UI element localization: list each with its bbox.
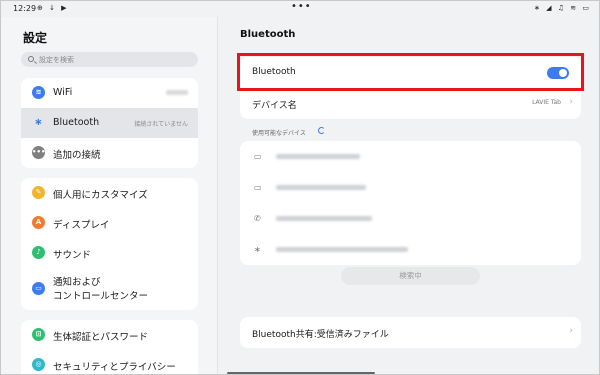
search-placeholder: 設定を検索 [39,56,74,64]
available-devices-list: ▭ ▭ ✆ ∗ [240,141,581,265]
sidebar-item-label: サウンド [53,250,92,261]
monitor-icon: ▭ [254,152,262,161]
device-name-value: LAVIE Tab [532,99,561,106]
sidebar-item-label: 通知および コントロールセンター [53,277,149,302]
shared-files-card: Bluetooth共有:受信済みファイル › [240,317,581,348]
detail-title: Bluetooth [240,29,296,40]
customize-icon: ✎ [32,186,45,199]
device-name-redacted [276,216,372,221]
sidebar-item-more-connections[interactable]: ••• 追加の接続 [21,138,198,168]
bluetooth-status: 接続されていません [134,121,188,128]
phone-icon: ✆ [254,214,261,223]
security-icon: ◎ [32,358,45,371]
sidebar-item-display[interactable]: A ディスプレイ [21,208,198,238]
sidebar-item-label: セキュリティとプライバシー [53,362,176,373]
available-devices-label: 使用可能なデバイス [252,130,306,137]
highlight-annotation [237,53,584,91]
status-bar: 12:29 ⊕ ↓ ▶ ••• ∗ ◢ ♫ ≋ ▭ [1,1,599,17]
list-item[interactable]: ▭ [240,141,581,172]
monitor-icon: ▭ [254,183,262,192]
shared-files-row[interactable]: Bluetooth共有:受信済みファイル › [240,317,581,348]
sidebar-item-label: 追加の接続 [53,150,101,161]
sidebar-item-label: 個人用にカスタマイズ [53,190,148,201]
sidebar-item-biometrics[interactable]: ⊡ 生体認証とパスワード [21,320,198,350]
sidebar-item-customize[interactable]: ✎ 個人用にカスタマイズ [21,178,198,208]
window-handle-dots[interactable]: ••• [291,1,312,12]
sound-icon: ♪ [32,246,45,259]
device-name-redacted [276,154,360,159]
status-time: 12:29 [13,4,37,13]
display-icon: A [32,216,45,229]
search-input[interactable]: 設定を検索 [21,52,198,67]
sidebar-item-notification[interactable]: ▭ 通知および コントロールセンター [21,268,198,310]
list-item[interactable]: ▭ [240,172,581,203]
settings-sidebar: 設定 設定を検索 ≋ WiFi ∗ Bluetooth 接続されていません ••… [1,17,218,374]
chevron-right-icon: › [569,326,573,336]
chevron-right-icon: › [569,97,573,107]
sidebar-item-label: ディスプレイ [53,220,110,231]
sidebar-item-label: Bluetooth [53,117,100,128]
security-group: ⊡ 生体認証とパスワード ◎ セキュリティとプライバシー [21,320,198,374]
connections-group: ≋ WiFi ∗ Bluetooth 接続されていません ••• 追加の接続 [21,78,198,168]
sidebar-item-bluetooth[interactable]: ∗ Bluetooth 接続されていません [21,108,198,138]
wifi-network-name-redacted [166,90,188,95]
sidebar-item-sound[interactable]: ♪ サウンド [21,238,198,268]
page-title: 設定 [23,31,48,45]
status-right-icons: ∗ ◢ ♫ ≋ ▭ [534,4,591,12]
device-name-row[interactable]: デバイス名 LAVIE Tab › [240,88,581,119]
list-item[interactable]: ✆ [240,203,581,234]
scan-button[interactable]: 検索中 [341,267,480,285]
shared-files-label: Bluetooth共有:受信済みファイル [252,330,389,340]
personalization-group: ✎ 個人用にカスタマイズ A ディスプレイ ♪ サウンド ▭ 通知および コント… [21,178,198,310]
wifi-icon: ≋ [32,86,45,99]
sidebar-item-wifi[interactable]: ≋ WiFi [21,78,198,108]
sidebar-item-label: WiFi [53,87,73,98]
loading-spinner-icon [318,127,325,134]
status-left-icons: ⊕ ↓ ▶ [37,4,69,12]
notification-icon: ▭ [32,282,45,295]
list-item[interactable]: ∗ [240,234,581,265]
bluetooth-icon: ∗ [254,245,261,254]
search-icon [28,56,34,62]
sidebar-item-security[interactable]: ◎ セキュリティとプライバシー [21,350,198,374]
lock-icon: ⊡ [32,328,45,341]
device-name-redacted [276,247,408,252]
more-connections-icon: ••• [32,146,45,159]
tablet-screen: 12:29 ⊕ ↓ ▶ ••• ∗ ◢ ♫ ≋ ▭ 設定 設定を検索 ≋ WiF… [0,0,600,375]
device-name-label: デバイス名 [252,101,297,111]
bluetooth-icon: ∗ [34,117,43,128]
sidebar-item-label: 生体認証とパスワード [53,332,149,343]
home-indicator[interactable] [227,372,375,374]
device-name-redacted [276,185,366,190]
